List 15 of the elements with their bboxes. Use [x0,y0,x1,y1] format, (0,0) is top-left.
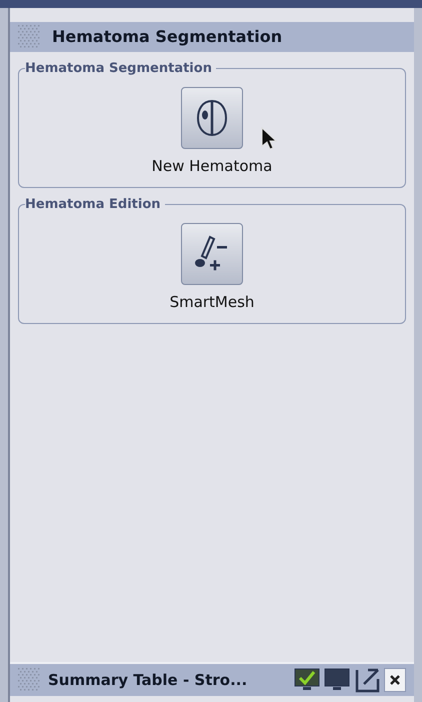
tool-label: SmartMesh [170,292,254,313]
monitor-check-icon[interactable] [294,668,320,692]
panel-title: Hematoma Segmentation [52,26,282,48]
tool-button[interactable] [181,87,243,149]
grip-icon[interactable] [18,668,40,692]
tool-button[interactable] [181,223,243,285]
close-button[interactable] [384,668,406,692]
external-window-icon[interactable] [354,667,380,693]
mouse-cursor-icon [261,127,277,151]
monitor-icon[interactable] [324,668,350,692]
close-icon [390,675,400,685]
tool-label: New Hematoma [152,156,272,177]
brain-icon [194,98,230,138]
bottom-panel-title: Summary Table - Stro... [48,670,248,691]
grip-icon[interactable] [18,25,40,49]
